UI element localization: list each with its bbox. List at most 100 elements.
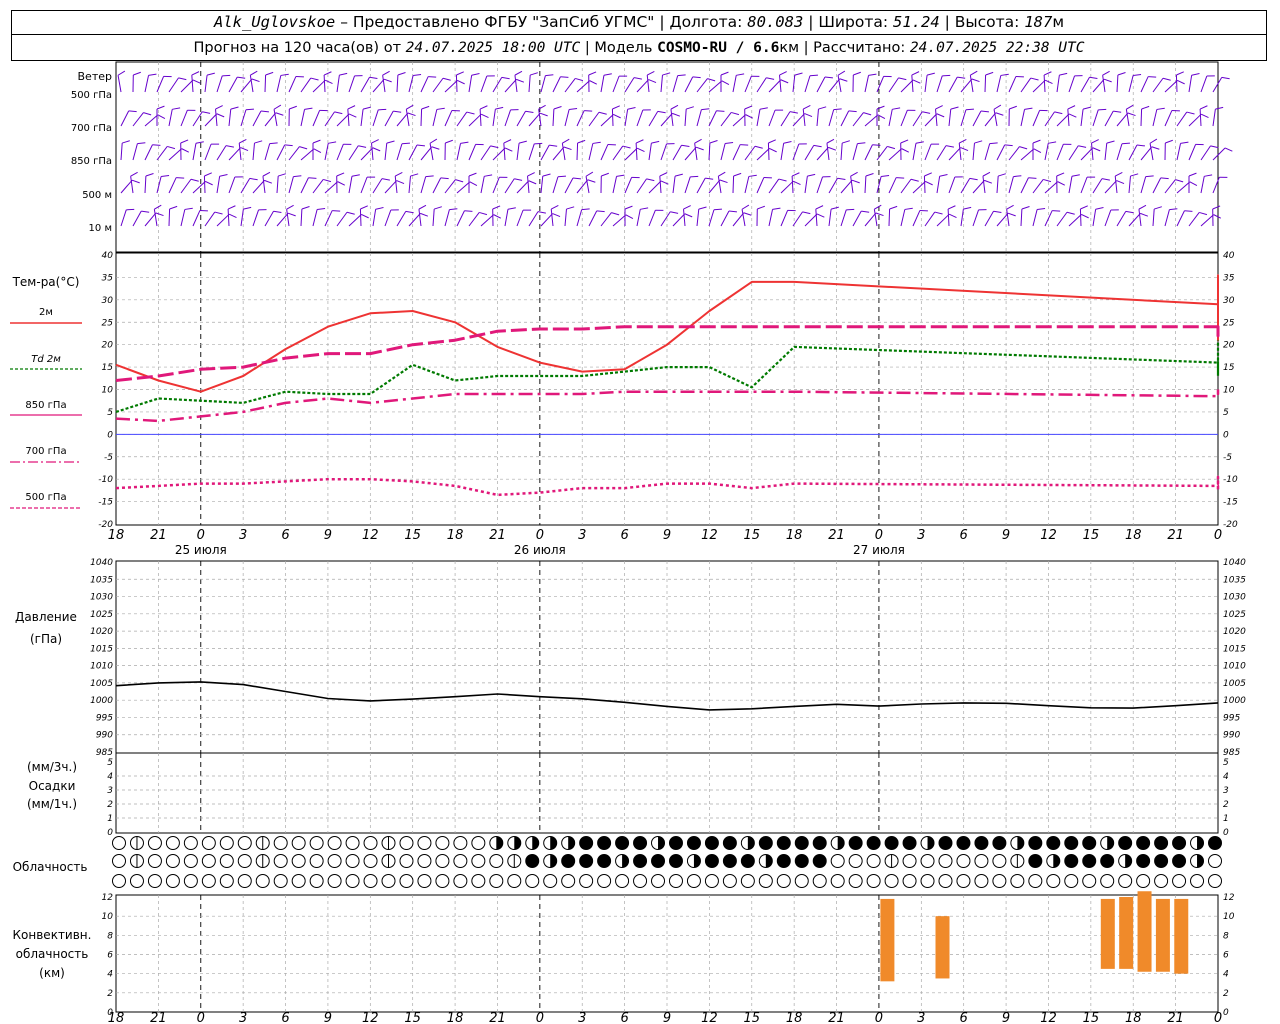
- wind-barb-staff: [504, 209, 509, 227]
- wind-barb-staff: [204, 143, 212, 161]
- cloud-circle: [237, 874, 252, 888]
- wind-barb-staff: [888, 77, 899, 93]
- wind-barb-staff: [1164, 209, 1170, 227]
- precip-tick-left: 3: [107, 786, 113, 796]
- wind-barb-feather: [1056, 172, 1065, 177]
- wind-barb-staff: [828, 109, 835, 127]
- wind-barb-feather: [1210, 145, 1219, 149]
- wind-barb-staff: [996, 212, 1009, 227]
- wind-barb-feather: [1145, 175, 1154, 178]
- cloud-circle: [525, 874, 540, 888]
- wind-barb-staff: [588, 143, 594, 161]
- wind-barb-feather: [429, 138, 438, 144]
- wind-barb-feather: [304, 107, 313, 110]
- cloud-symbol: [956, 874, 971, 888]
- wind-barb-feather: [552, 213, 561, 217]
- wind-barb-staff: [802, 109, 806, 127]
- cloud-half: [658, 836, 665, 850]
- wind-barb-staff: [648, 143, 652, 161]
- cloud-full: [579, 854, 594, 868]
- wind-barb-staff: [180, 79, 194, 93]
- wind-barb-staff: [864, 75, 870, 93]
- cloud-circle: [812, 874, 827, 888]
- wind-barb-feather: [783, 141, 792, 144]
- wind-barb-staff: [120, 209, 127, 227]
- cloud-symbol: [794, 874, 809, 888]
- wind-barb-staff: [168, 208, 171, 227]
- wind-barb-staff: [552, 176, 559, 194]
- wind-barb-staff: [480, 214, 494, 227]
- x-tick-label: 3: [239, 1011, 247, 1024]
- cloud-symbol: [938, 854, 953, 868]
- pressure-tick-right: 1010: [1223, 662, 1246, 672]
- wind-barb-staff: [276, 212, 289, 227]
- cloud-circle: [956, 874, 971, 888]
- cloud-symbol: [776, 836, 791, 850]
- x-tick-label: 6: [281, 528, 289, 543]
- wind-barb-staff: [1044, 111, 1055, 127]
- cloud-symbol: [1100, 854, 1115, 868]
- x-tick-label: 21: [489, 1011, 506, 1024]
- cloud-symbol: [1046, 874, 1061, 888]
- cloud-full: [758, 836, 773, 850]
- cloud-circle: [363, 874, 378, 888]
- wind-barb-staff: [873, 209, 878, 227]
- cloud-symbol: [992, 854, 1007, 868]
- wind-barb-staff: [288, 76, 297, 93]
- wind-barb-staff: [804, 75, 811, 93]
- wind-barb-feather: [460, 141, 469, 144]
- temperature-tick-right: 0: [1223, 430, 1229, 440]
- cloud-symbol: [1064, 874, 1079, 888]
- wind-barb-staff: [238, 143, 242, 161]
- wind-barb-feather: [1000, 73, 1009, 76]
- cloud-symbol: [165, 836, 180, 850]
- pressure-tick-left: 1015: [90, 644, 113, 654]
- wind-barb-feather: [566, 206, 575, 210]
- wind-barb-feather: [249, 177, 258, 181]
- cloud-circle: [830, 874, 845, 888]
- wind-barb-staff: [324, 181, 338, 194]
- wind-barb-staff: [1116, 74, 1119, 93]
- wind-barb-feather: [900, 139, 909, 144]
- wind-barb-staff: [1176, 181, 1191, 194]
- temperature-title: Тем-ра(°С): [12, 275, 80, 289]
- convective-tick-left: 8: [107, 931, 113, 941]
- wind-barb-staff: [828, 78, 841, 93]
- wind-barb-staff: [420, 76, 429, 93]
- wind-barb-staff: [708, 142, 711, 161]
- wind-barb-staff: [948, 109, 952, 127]
- wind-barb-feather: [974, 140, 983, 144]
- wind-barb-feather: [736, 73, 745, 76]
- wind-barb-feather: [227, 205, 236, 210]
- cloud-circle: [902, 854, 917, 868]
- wind-barb-feather: [1162, 77, 1171, 81]
- x-tick-label: 3: [917, 528, 925, 543]
- cloud-full: [668, 854, 683, 868]
- wind-barb-feather: [949, 213, 957, 218]
- wind-barb-staff: [336, 211, 348, 227]
- wind-barb-feather: [383, 78, 392, 83]
- cloud-full: [1082, 854, 1097, 868]
- wind-barb-feather: [229, 213, 237, 218]
- wind-barb-feather: [323, 178, 332, 183]
- cloud-circle: [399, 874, 414, 888]
- cloud-symbol: [686, 874, 701, 888]
- cloud-circle: [974, 854, 989, 868]
- wind-barb-staff: [372, 178, 383, 194]
- wind-barb-feather: [549, 144, 558, 147]
- cloud-symbol: [435, 854, 450, 868]
- wind-barb-staff: [840, 110, 850, 127]
- wind-barb-feather: [896, 177, 905, 179]
- x-tick-label: 0: [536, 1011, 544, 1024]
- wind-barb-feather: [575, 77, 584, 82]
- cloud-symbol: [417, 836, 432, 850]
- wind-barb-feather: [503, 139, 512, 144]
- wind-barb-feather: [154, 204, 162, 210]
- cloud-full: [722, 854, 737, 868]
- wind-barb-staff: [924, 211, 936, 227]
- wind-barb-staff: [372, 209, 377, 227]
- wind-barb-feather: [393, 110, 402, 113]
- cloud-symbol: [974, 874, 989, 888]
- wind-barb-feather: [176, 177, 185, 179]
- wind-barb-staff: [372, 78, 385, 93]
